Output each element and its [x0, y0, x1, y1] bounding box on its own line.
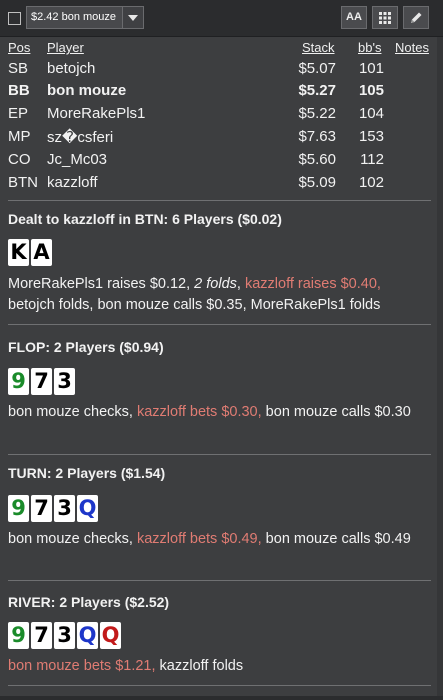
bbs-cell: 112 [360, 151, 384, 168]
stack-cell: $5.09 [298, 174, 336, 191]
chevron-down-icon[interactable] [122, 7, 143, 28]
bbs-cell: 102 [358, 174, 384, 191]
position-cell: MP [8, 128, 31, 145]
hero-action-text: kazzloff bets $0.30, [136, 404, 262, 420]
hero-action-text: kazzloff raises $0.40, [244, 276, 381, 292]
position-cell: CO [8, 151, 31, 168]
river-title: RIVER: 2 Players ($2.52) [8, 594, 170, 610]
bbs-cell: 105 [358, 82, 384, 99]
table-row[interactable]: CO Jc_Mc03 $5.60 112 [0, 151, 443, 173]
card: 9 [8, 495, 29, 522]
card: 7 [31, 368, 52, 395]
hero-action-text: kazzloff bets $0.49, [136, 531, 262, 547]
flop-actions: bon mouze checks, kazzloff bets $0.30, b… [8, 402, 428, 423]
col-header-bbs[interactable]: bb's [358, 40, 381, 55]
hand-selector[interactable]: $2.42 bon mouze [26, 6, 144, 29]
col-header-player[interactable]: Player [47, 40, 84, 55]
window-bottom-border [0, 696, 443, 700]
bbs-cell: 153 [358, 128, 384, 145]
player-name-cell: sz�csferi [47, 129, 114, 146]
bbs-cell: 101 [358, 60, 384, 77]
hand-selector-value: $2.42 bon mouze [31, 11, 117, 23]
stack-cell: $5.07 [298, 60, 336, 77]
preflop-actions: MoreRakePls1 raises $0.12, 2 folds, kazz… [8, 274, 428, 316]
grid-button[interactable] [372, 6, 398, 29]
card: Q [100, 622, 121, 649]
bbs-cell: 104 [358, 105, 384, 122]
position-cell: SB [8, 60, 29, 77]
scrollbar[interactable] [437, 37, 443, 700]
divider [8, 685, 431, 686]
edit-button[interactable] [403, 6, 429, 29]
position-cell: EP [8, 105, 29, 122]
action-text: bon mouze checks, [8, 531, 137, 547]
stack-cell: $7.63 [298, 128, 336, 145]
table-row-hero[interactable]: BB bon mouze $5.27 105 [0, 82, 443, 104]
action-text: betojch folds, bon mouze calls $0.35, Mo… [8, 297, 381, 313]
player-name-cell: kazzloff [47, 174, 98, 191]
col-header-stack[interactable]: Stack [302, 40, 335, 55]
action-text: MoreRakePls1 raises $0.12, [8, 276, 195, 292]
table-row[interactable]: MP sz�csferi $7.63 153 [0, 128, 443, 150]
action-text: 2 folds [194, 276, 237, 292]
card: Q [77, 495, 98, 522]
preflop-title: Dealt to kazzloff in BTN: 6 Players ($0.… [8, 211, 282, 227]
font-size-button[interactable]: AA [341, 6, 367, 29]
toolbar: $2.42 bon mouze AA [0, 0, 443, 37]
select-checkbox[interactable] [8, 12, 21, 25]
position-cell: BTN [8, 174, 38, 191]
divider [8, 454, 431, 455]
player-name-cell: bon mouze [47, 82, 127, 99]
divider [8, 200, 431, 201]
card: 7 [31, 622, 52, 649]
grid-icon [379, 12, 391, 24]
action-text: bon mouze calls $0.30 [261, 404, 411, 420]
action-text: bon mouze calls $0.49 [261, 531, 411, 547]
pencil-icon [411, 12, 422, 23]
stack-cell: $5.27 [298, 82, 336, 99]
font-size-icon: AA [346, 11, 362, 23]
stack-cell: $5.22 [298, 105, 336, 122]
card: 3 [54, 622, 75, 649]
card: 9 [8, 622, 29, 649]
table-row[interactable]: BTN kazzloff $5.09 102 [0, 174, 443, 196]
table-row[interactable]: SB betojch $5.07 101 [0, 60, 443, 82]
table-row[interactable]: EP MoreRakePls1 $5.22 104 [0, 105, 443, 127]
col-header-notes[interactable]: Notes [395, 40, 429, 55]
card: 9 [8, 368, 29, 395]
action-text: kazzloff folds [155, 658, 244, 674]
stack-cell: $5.60 [298, 151, 336, 168]
card: K [8, 239, 29, 266]
card: 3 [54, 495, 75, 522]
player-name-cell: Jc_Mc03 [47, 151, 108, 168]
card: 3 [54, 368, 75, 395]
divider [8, 580, 431, 581]
col-header-pos[interactable]: Pos [8, 40, 30, 55]
card: Q [77, 622, 98, 649]
position-cell: BB [8, 82, 30, 99]
action-text: bon mouze checks, [8, 404, 137, 420]
hero-action-text: bon mouze bets $1.21, [8, 658, 156, 674]
turn-actions: bon mouze checks, kazzloff bets $0.49, b… [8, 529, 428, 550]
flop-title: FLOP: 2 Players ($0.94) [8, 339, 164, 355]
player-name-cell: MoreRakePls1 [47, 105, 146, 122]
divider [8, 324, 431, 325]
action-text: , [236, 276, 245, 292]
card: 7 [31, 495, 52, 522]
river-actions: bon mouze bets $1.21, kazzloff folds [8, 656, 428, 677]
card: A [31, 239, 52, 266]
player-name-cell: betojch [47, 60, 96, 77]
turn-title: TURN: 2 Players ($1.54) [8, 465, 166, 481]
